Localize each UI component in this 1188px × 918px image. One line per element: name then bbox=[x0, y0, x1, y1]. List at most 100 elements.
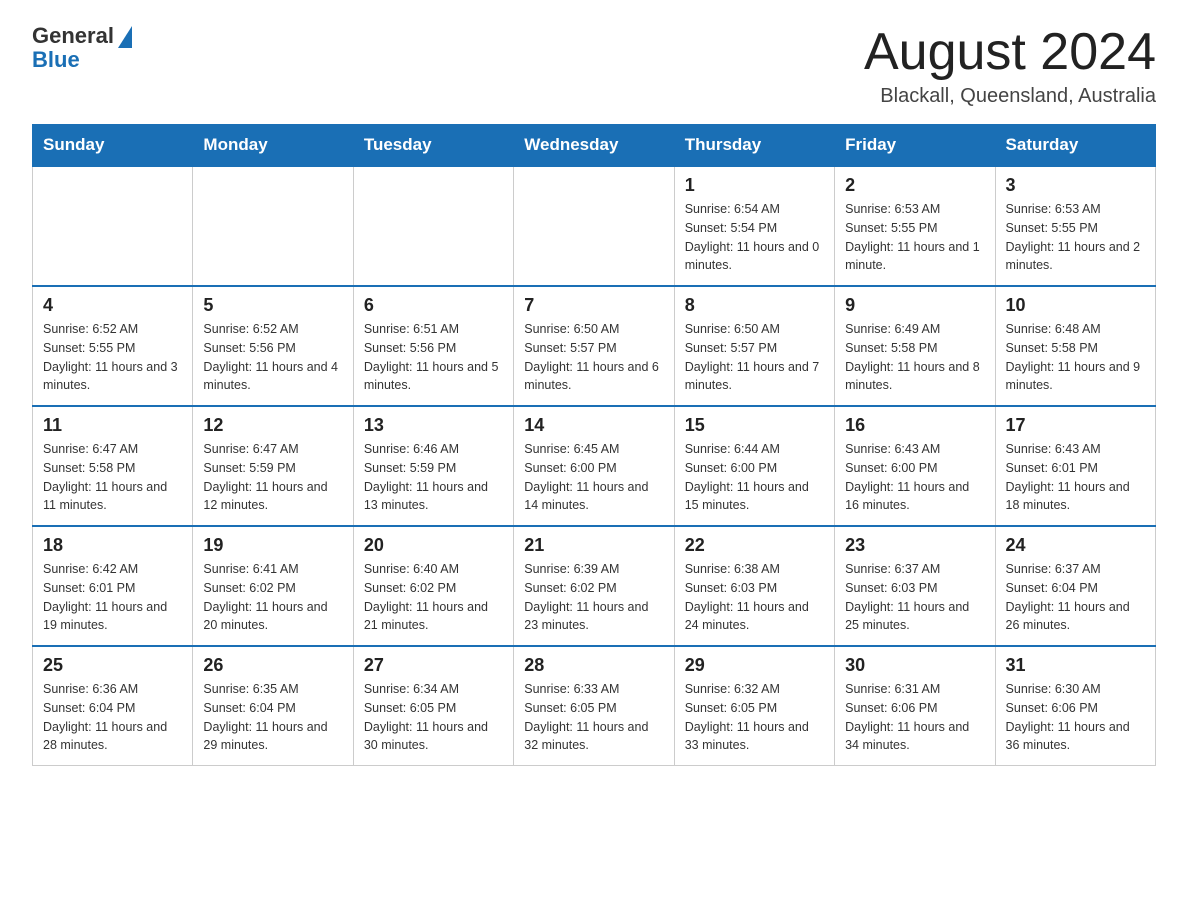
calendar-cell: 1Sunrise: 6:54 AM Sunset: 5:54 PM Daylig… bbox=[674, 166, 834, 286]
weekday-header-sunday: Sunday bbox=[33, 125, 193, 167]
calendar-cell: 4 Sunrise: 6:52 AM Sunset: 5:55 PM Daylig… bbox=[33, 286, 193, 406]
calendar-cell: 23Sunrise: 6:37 AM Sunset: 6:03 PM Dayli… bbox=[835, 526, 995, 646]
weekday-header-friday: Friday bbox=[835, 125, 995, 167]
calendar-cell: 27 Sunrise: 6:34 AM Sunset: 6:05 PM Dayli… bbox=[353, 646, 513, 766]
day-info: Sunrise: 6:30 AM Sunset: 6:06 PM Dayligh… bbox=[1006, 680, 1145, 755]
day-info: Sunrise: 6:33 AM Sunset: 6:05 PM Dayligh… bbox=[524, 680, 663, 755]
calendar-cell: 11 Sunrise: 6:47 AM Sunset: 5:58 PM Dayli… bbox=[33, 406, 193, 526]
weekday-header-saturday: Saturday bbox=[995, 125, 1155, 167]
day-info: Sunrise: 6:47 AM Sunset: 5:58 PM Dayligh… bbox=[43, 440, 182, 515]
day-number: 22 bbox=[685, 535, 824, 556]
day-info: Sunrise: 6:40 AM Sunset: 6:02 PM Dayligh… bbox=[364, 560, 503, 635]
day-info: Sunrise: 6:53 AM Sunset: 5:55 PM Dayligh… bbox=[1006, 200, 1145, 275]
day-info: Sunrise: 6:46 AM Sunset: 5:59 PM Dayligh… bbox=[364, 440, 503, 515]
day-info: Sunrise: 6:48 AM Sunset: 5:58 PM Dayligh… bbox=[1006, 320, 1145, 395]
weekday-header-thursday: Thursday bbox=[674, 125, 834, 167]
day-number: 13 bbox=[364, 415, 503, 436]
calendar-cell: 18Sunrise: 6:42 AM Sunset: 6:01 PM Dayli… bbox=[33, 526, 193, 646]
day-info: Sunrise: 6:52 AM Sunset: 5:55 PM Dayligh… bbox=[43, 320, 182, 395]
calendar-cell: 19Sunrise: 6:41 AM Sunset: 6:02 PM Dayli… bbox=[193, 526, 353, 646]
day-info: Sunrise: 6:49 AM Sunset: 5:58 PM Dayligh… bbox=[845, 320, 984, 395]
page-header: General Blue August 2024 Blackall, Queen… bbox=[32, 24, 1156, 108]
weekday-header-wednesday: Wednesday bbox=[514, 125, 674, 167]
calendar-table: SundayMondayTuesdayWednesdayThursdayFrid… bbox=[32, 124, 1156, 766]
day-number: 18 bbox=[43, 535, 182, 556]
calendar-cell: 13 Sunrise: 6:46 AM Sunset: 5:59 PM Dayli… bbox=[353, 406, 513, 526]
month-title: August 2024 bbox=[864, 24, 1156, 81]
day-number: 29 bbox=[685, 655, 824, 676]
calendar-cell: 29 Sunrise: 6:32 AM Sunset: 6:05 PM Dayli… bbox=[674, 646, 834, 766]
calendar-cell: 15Sunrise: 6:44 AM Sunset: 6:00 PM Dayli… bbox=[674, 406, 834, 526]
day-info: Sunrise: 6:37 AM Sunset: 6:04 PM Dayligh… bbox=[1006, 560, 1145, 635]
day-info: Sunrise: 6:37 AM Sunset: 6:03 PM Dayligh… bbox=[845, 560, 984, 635]
day-number: 6 bbox=[364, 295, 503, 316]
day-number: 17 bbox=[1006, 415, 1145, 436]
calendar-cell: 20 Sunrise: 6:40 AM Sunset: 6:02 PM Dayli… bbox=[353, 526, 513, 646]
calendar-cell: 16 Sunrise: 6:43 AM Sunset: 6:00 PM Dayli… bbox=[835, 406, 995, 526]
day-info: Sunrise: 6:32 AM Sunset: 6:05 PM Dayligh… bbox=[685, 680, 824, 755]
day-number: 16 bbox=[845, 415, 984, 436]
day-number: 8 bbox=[685, 295, 824, 316]
calendar-cell: 24 Sunrise: 6:37 AM Sunset: 6:04 PM Dayli… bbox=[995, 526, 1155, 646]
calendar-cell: 9 Sunrise: 6:49 AM Sunset: 5:58 PM Daylig… bbox=[835, 286, 995, 406]
calendar-cell: 21Sunrise: 6:39 AM Sunset: 6:02 PM Dayli… bbox=[514, 526, 674, 646]
calendar-cell: 30 Sunrise: 6:31 AM Sunset: 6:06 PM Dayli… bbox=[835, 646, 995, 766]
week-row-2: 4 Sunrise: 6:52 AM Sunset: 5:55 PM Daylig… bbox=[33, 286, 1156, 406]
day-number: 30 bbox=[845, 655, 984, 676]
day-number: 9 bbox=[845, 295, 984, 316]
day-info: Sunrise: 6:52 AM Sunset: 5:56 PM Dayligh… bbox=[203, 320, 342, 395]
calendar-cell: 2Sunrise: 6:53 AM Sunset: 5:55 PM Daylig… bbox=[835, 166, 995, 286]
day-info: Sunrise: 6:31 AM Sunset: 6:06 PM Dayligh… bbox=[845, 680, 984, 755]
week-row-1: 1Sunrise: 6:54 AM Sunset: 5:54 PM Daylig… bbox=[33, 166, 1156, 286]
day-number: 24 bbox=[1006, 535, 1145, 556]
calendar-cell: 5Sunrise: 6:52 AM Sunset: 5:56 PM Daylig… bbox=[193, 286, 353, 406]
calendar-cell: 31 Sunrise: 6:30 AM Sunset: 6:06 PM Dayli… bbox=[995, 646, 1155, 766]
day-number: 7 bbox=[524, 295, 663, 316]
calendar-cell bbox=[514, 166, 674, 286]
day-number: 26 bbox=[203, 655, 342, 676]
day-info: Sunrise: 6:50 AM Sunset: 5:57 PM Dayligh… bbox=[685, 320, 824, 395]
calendar-cell bbox=[353, 166, 513, 286]
weekday-header-tuesday: Tuesday bbox=[353, 125, 513, 167]
day-info: Sunrise: 6:51 AM Sunset: 5:56 PM Dayligh… bbox=[364, 320, 503, 395]
day-info: Sunrise: 6:47 AM Sunset: 5:59 PM Dayligh… bbox=[203, 440, 342, 515]
day-number: 21 bbox=[524, 535, 663, 556]
day-number: 3 bbox=[1006, 175, 1145, 196]
day-number: 4 bbox=[43, 295, 182, 316]
calendar-cell: 28Sunrise: 6:33 AM Sunset: 6:05 PM Dayli… bbox=[514, 646, 674, 766]
calendar-cell: 3 Sunrise: 6:53 AM Sunset: 5:55 PM Daylig… bbox=[995, 166, 1155, 286]
logo-blue: Blue bbox=[32, 48, 80, 72]
weekday-header-monday: Monday bbox=[193, 125, 353, 167]
day-number: 10 bbox=[1006, 295, 1145, 316]
day-number: 11 bbox=[43, 415, 182, 436]
calendar-cell: 6 Sunrise: 6:51 AM Sunset: 5:56 PM Daylig… bbox=[353, 286, 513, 406]
day-number: 14 bbox=[524, 415, 663, 436]
calendar-cell: 17 Sunrise: 6:43 AM Sunset: 6:01 PM Dayli… bbox=[995, 406, 1155, 526]
day-info: Sunrise: 6:41 AM Sunset: 6:02 PM Dayligh… bbox=[203, 560, 342, 635]
calendar-cell: 7 Sunrise: 6:50 AM Sunset: 5:57 PM Daylig… bbox=[514, 286, 674, 406]
day-number: 25 bbox=[43, 655, 182, 676]
day-info: Sunrise: 6:43 AM Sunset: 6:00 PM Dayligh… bbox=[845, 440, 984, 515]
week-row-5: 25 Sunrise: 6:36 AM Sunset: 6:04 PM Dayli… bbox=[33, 646, 1156, 766]
logo-general: General bbox=[32, 24, 114, 48]
day-number: 27 bbox=[364, 655, 503, 676]
day-info: Sunrise: 6:50 AM Sunset: 5:57 PM Dayligh… bbox=[524, 320, 663, 395]
day-info: Sunrise: 6:44 AM Sunset: 6:00 PM Dayligh… bbox=[685, 440, 824, 515]
calendar-cell: 10 Sunrise: 6:48 AM Sunset: 5:58 PM Dayli… bbox=[995, 286, 1155, 406]
calendar-cell: 12 Sunrise: 6:47 AM Sunset: 5:59 PM Dayli… bbox=[193, 406, 353, 526]
logo: General Blue bbox=[32, 24, 132, 72]
day-number: 31 bbox=[1006, 655, 1145, 676]
day-info: Sunrise: 6:36 AM Sunset: 6:04 PM Dayligh… bbox=[43, 680, 182, 755]
day-info: Sunrise: 6:53 AM Sunset: 5:55 PM Dayligh… bbox=[845, 200, 984, 275]
day-info: Sunrise: 6:43 AM Sunset: 6:01 PM Dayligh… bbox=[1006, 440, 1145, 515]
day-info: Sunrise: 6:54 AM Sunset: 5:54 PM Dayligh… bbox=[685, 200, 824, 275]
calendar-cell: 22Sunrise: 6:38 AM Sunset: 6:03 PM Dayli… bbox=[674, 526, 834, 646]
weekday-header-row: SundayMondayTuesdayWednesdayThursdayFrid… bbox=[33, 125, 1156, 167]
day-number: 20 bbox=[364, 535, 503, 556]
calendar-cell bbox=[33, 166, 193, 286]
day-number: 12 bbox=[203, 415, 342, 436]
day-info: Sunrise: 6:34 AM Sunset: 6:05 PM Dayligh… bbox=[364, 680, 503, 755]
week-row-4: 18Sunrise: 6:42 AM Sunset: 6:01 PM Dayli… bbox=[33, 526, 1156, 646]
day-info: Sunrise: 6:45 AM Sunset: 6:00 PM Dayligh… bbox=[524, 440, 663, 515]
calendar-cell: 14 Sunrise: 6:45 AM Sunset: 6:00 PM Dayli… bbox=[514, 406, 674, 526]
